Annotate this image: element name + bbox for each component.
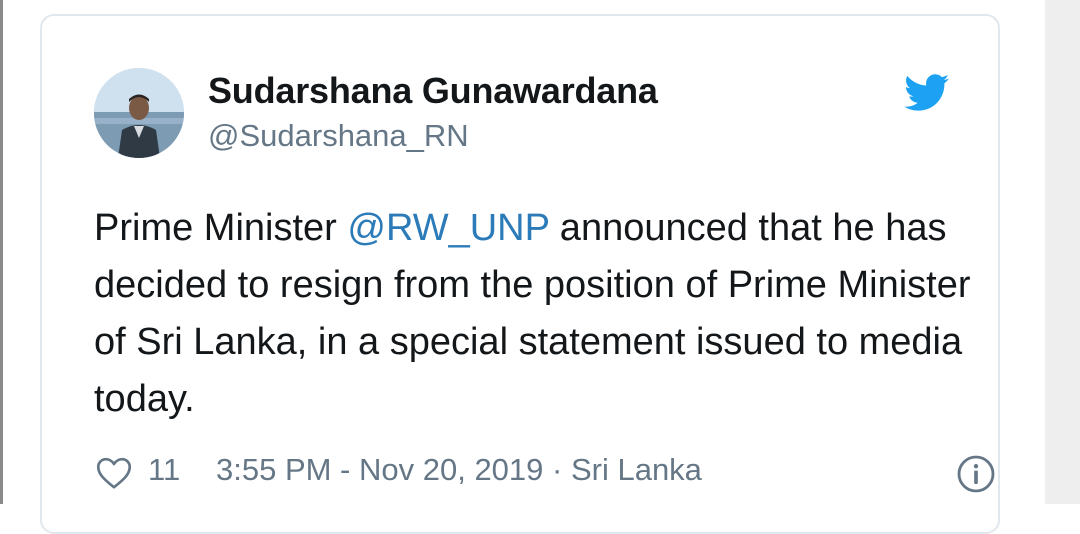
- avatar[interactable]: [94, 68, 184, 158]
- heart-icon[interactable]: [96, 456, 132, 490]
- user-handle[interactable]: @Sudarshana_RN: [208, 118, 469, 154]
- avatar-photo: [94, 68, 184, 158]
- mention-link[interactable]: @RW_UNP: [347, 207, 549, 249]
- timestamp[interactable]: 3:55 PM - Nov 20, 2019 · Sri Lanka: [216, 452, 702, 488]
- tweet-text: Prime Minister @RW_UNP announced that he…: [94, 200, 974, 428]
- scroll-gutter: [1045, 0, 1080, 504]
- like-count: 11: [148, 452, 181, 487]
- tweet-card[interactable]: Sudarshana Gunawardana @Sudarshana_RN Pr…: [40, 14, 1000, 534]
- window-edge: [0, 0, 3, 504]
- tweet-text-before: Prime Minister: [94, 207, 348, 249]
- twitter-bird-icon[interactable]: [904, 74, 950, 112]
- tweet-footer: 11 3:55 PM - Nov 20, 2019 · Sri Lanka: [94, 452, 995, 493]
- display-name[interactable]: Sudarshana Gunawardana: [208, 70, 658, 112]
- info-icon[interactable]: [956, 454, 996, 494]
